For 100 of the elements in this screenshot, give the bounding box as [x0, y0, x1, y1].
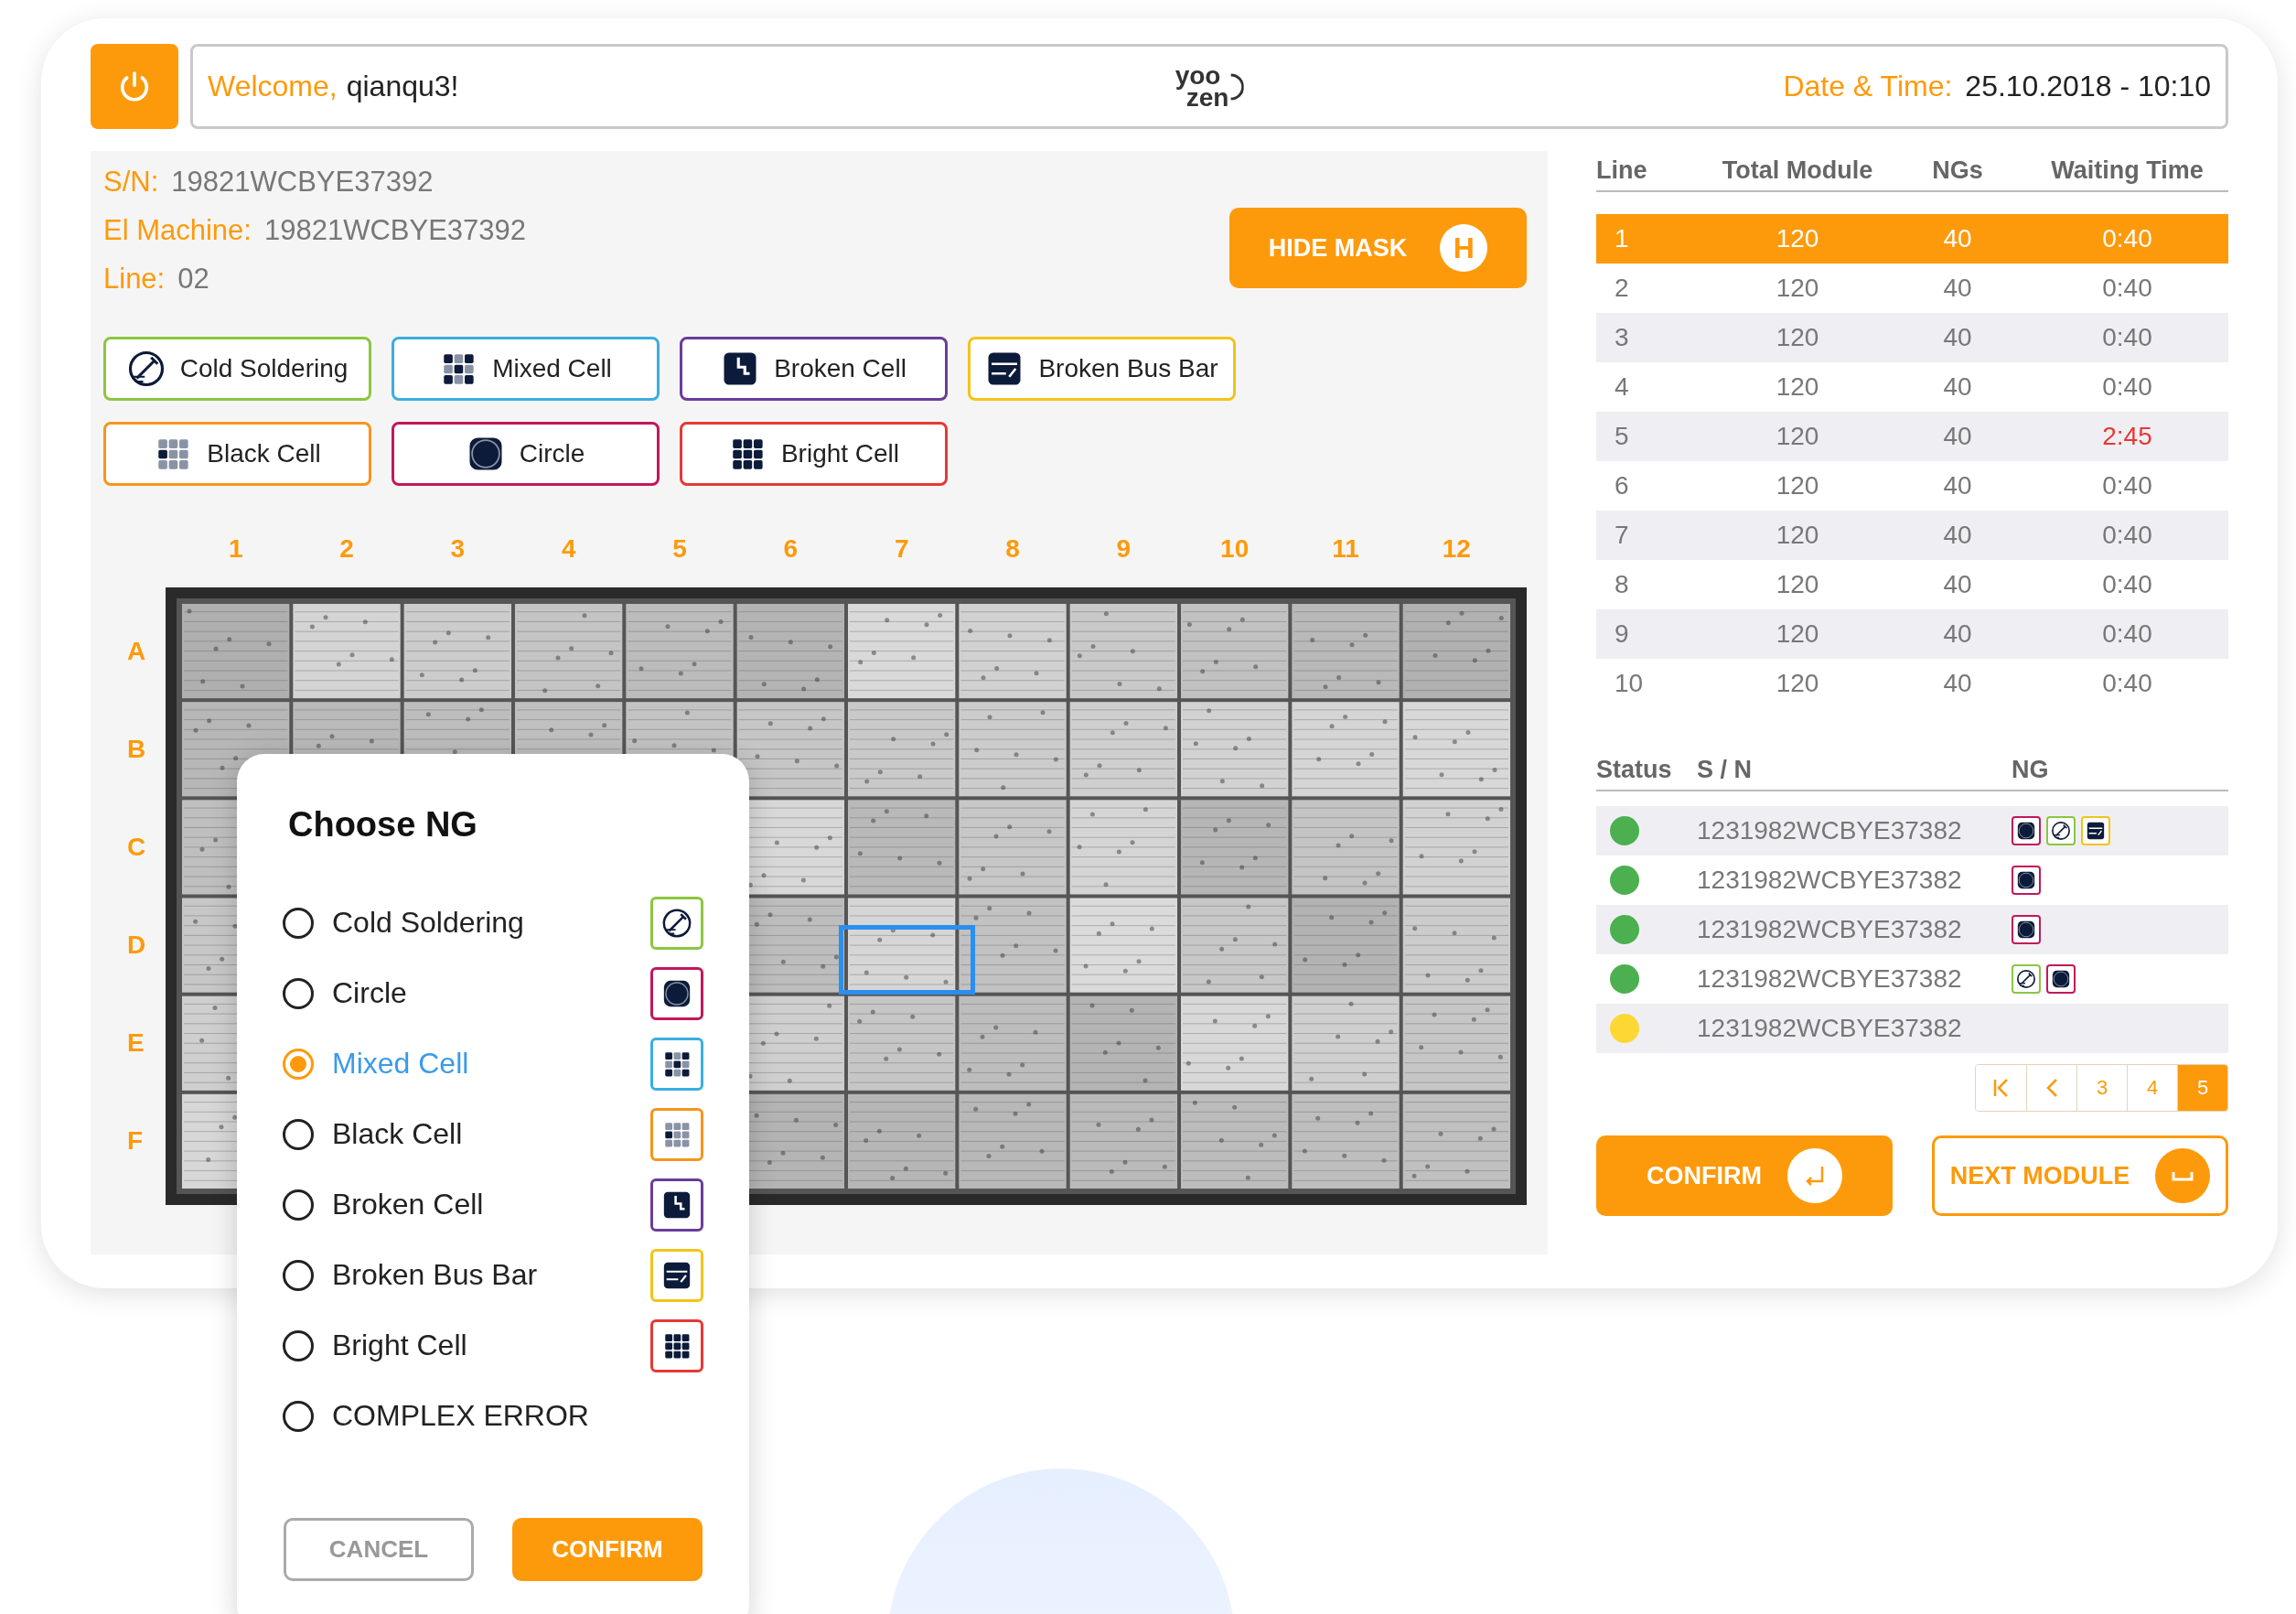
column-label: 8	[1004, 533, 1021, 565]
table-cell-text: 120	[1775, 669, 1820, 698]
row-label: A	[126, 635, 146, 667]
first-page-icon	[1991, 1078, 2011, 1098]
radio-button[interactable]	[283, 977, 314, 1009]
table-cell-text: 2	[1614, 274, 1630, 303]
line-row[interactable]: 9 120 40 0:40	[1596, 609, 2228, 659]
option-label[interactable]: Cold Soldering	[332, 906, 524, 940]
option-label[interactable]: Broken Bus Bar	[332, 1258, 538, 1292]
defect-type-button[interactable]: Bright Cell	[680, 422, 948, 486]
info-value: 19821WCBYE37392	[171, 165, 434, 199]
table-cell-text: 120	[1775, 619, 1820, 649]
table-cell-text: 0:40	[2101, 570, 2153, 599]
option-label[interactable]: Broken Cell	[332, 1188, 484, 1221]
table-cell-text: 1231982WCBYE37382	[1697, 816, 1963, 845]
row-label: B	[126, 733, 146, 765]
radio-button[interactable]	[283, 1400, 314, 1432]
option-label[interactable]: Black Cell	[332, 1117, 463, 1151]
dialog-title: Choose NG	[288, 804, 478, 845]
table-cell-text: 0:40	[2101, 224, 2153, 253]
column-label: 3	[449, 533, 467, 565]
line-row[interactable]: 2 120 40 0:40	[1596, 264, 2228, 313]
table-cell-text: 1231982WCBYE37382	[1697, 1014, 1963, 1043]
table-cell-text: 0:40	[2101, 323, 2153, 352]
defect-type-button[interactable]: Circle	[392, 422, 660, 486]
line-row[interactable]: 7 120 40 0:40	[1596, 511, 2228, 560]
table-cell-text: 0:40	[2101, 669, 2153, 698]
option-label[interactable]: Mixed Cell	[332, 1047, 469, 1081]
table-cell-text: 6	[1614, 471, 1630, 500]
pen-in-circle-icon	[661, 907, 692, 939]
column-label: 4	[560, 533, 577, 565]
radio-button[interactable]	[283, 1048, 314, 1080]
column-header: Line	[1596, 156, 1648, 185]
table-cell-text: 8	[1614, 570, 1630, 599]
info-value: 02	[177, 262, 209, 296]
column-header: Status	[1596, 756, 1673, 784]
column-header: NG	[2012, 756, 2050, 784]
datetime-value: 25.10.2018 - 10:10	[1965, 70, 2211, 103]
column-label: 6	[782, 533, 799, 565]
column-label: 11	[1331, 533, 1360, 565]
welcome-label: Welcome,	[208, 70, 338, 103]
defect-type-button[interactable]: Broken Cell	[680, 337, 948, 401]
line-row[interactable]: 6 120 40 0:40	[1596, 461, 2228, 511]
radio-button[interactable]	[283, 907, 314, 939]
line-row[interactable]: 10 120 40 0:40	[1596, 659, 2228, 708]
line-row[interactable]: 8 120 40 0:40	[1596, 560, 2228, 609]
table-cell-text: 120	[1775, 521, 1820, 550]
shortcut-key-badge: H	[1440, 224, 1488, 272]
radio-button[interactable]	[283, 1329, 314, 1361]
option-label[interactable]: COMPLEX ERROR	[332, 1399, 589, 1433]
table-cell-text: 120	[1775, 471, 1820, 500]
radio-button[interactable]	[283, 1118, 314, 1150]
column-header: Waiting Time	[2050, 156, 2205, 185]
column-header: NGs	[1931, 156, 1984, 185]
line-row[interactable]: 5 120 40 2:45	[1596, 412, 2228, 461]
swirl-icon	[1228, 72, 1244, 101]
user-name: qianqu3!	[346, 70, 459, 103]
column-label: 2	[338, 533, 355, 565]
logo-text: zen	[1186, 86, 1229, 109]
pen-in-circle-icon	[126, 350, 166, 388]
table-cell-text: 1231982WCBYE37382	[1697, 915, 1963, 944]
table-cell-text: 7	[1614, 521, 1630, 550]
table-cell-text: 40	[1942, 422, 1973, 451]
datetime-label: Date & Time:	[1783, 70, 1953, 103]
line-row[interactable]: 3 120 40 0:40	[1596, 313, 2228, 362]
chevron-left-icon	[2045, 1078, 2058, 1098]
table-cell-text: 0:40	[2101, 372, 2153, 402]
table-cell-text: 2:45	[2101, 422, 2153, 451]
table-cell-text: 40	[1942, 372, 1973, 402]
table-cell-text: 9	[1614, 619, 1630, 649]
info-label: El Machine:	[103, 213, 252, 248]
table-cell-text: 40	[1942, 224, 1973, 253]
table-cell-text: 120	[1775, 274, 1820, 303]
cancel-button[interactable]: CANCEL	[284, 1518, 474, 1581]
table-cell-text: 0:40	[2101, 521, 2153, 550]
table-cell-text: 40	[1942, 669, 1973, 698]
line-row[interactable]: 4 120 40 0:40	[1596, 362, 2228, 412]
defect-type-button[interactable]: Black Cell	[103, 422, 371, 486]
column-label: 9	[1115, 533, 1132, 565]
table-cell-text: 1231982WCBYE37382	[1697, 866, 1963, 895]
selection-box[interactable]	[839, 925, 975, 995]
radio-button[interactable]	[283, 1189, 314, 1221]
table-cell-text: 1	[1614, 224, 1630, 253]
info-label: S/N:	[103, 165, 159, 199]
defect-type-button[interactable]: Cold Soldering	[103, 337, 371, 401]
column-label: 1	[227, 533, 244, 565]
column-label: 7	[893, 533, 910, 565]
table-cell-text: 120	[1775, 570, 1820, 599]
defect-type-button[interactable]: Broken Bus Bar	[968, 337, 1236, 401]
option-label[interactable]: Circle	[332, 976, 407, 1010]
table-cell-text: 40	[1942, 570, 1973, 599]
defect-type-button[interactable]: Mixed Cell	[392, 337, 660, 401]
table-cell-text: 120	[1775, 422, 1820, 451]
table-cell-text: 10	[1614, 669, 1645, 698]
row-label: C	[126, 831, 146, 863]
radio-button[interactable]	[283, 1259, 314, 1291]
table-cell-text: 40	[1942, 323, 1973, 352]
table-cell-text: 120	[1775, 323, 1820, 352]
table-cell-text: 5	[1614, 422, 1630, 451]
option-label[interactable]: Bright Cell	[332, 1329, 467, 1362]
